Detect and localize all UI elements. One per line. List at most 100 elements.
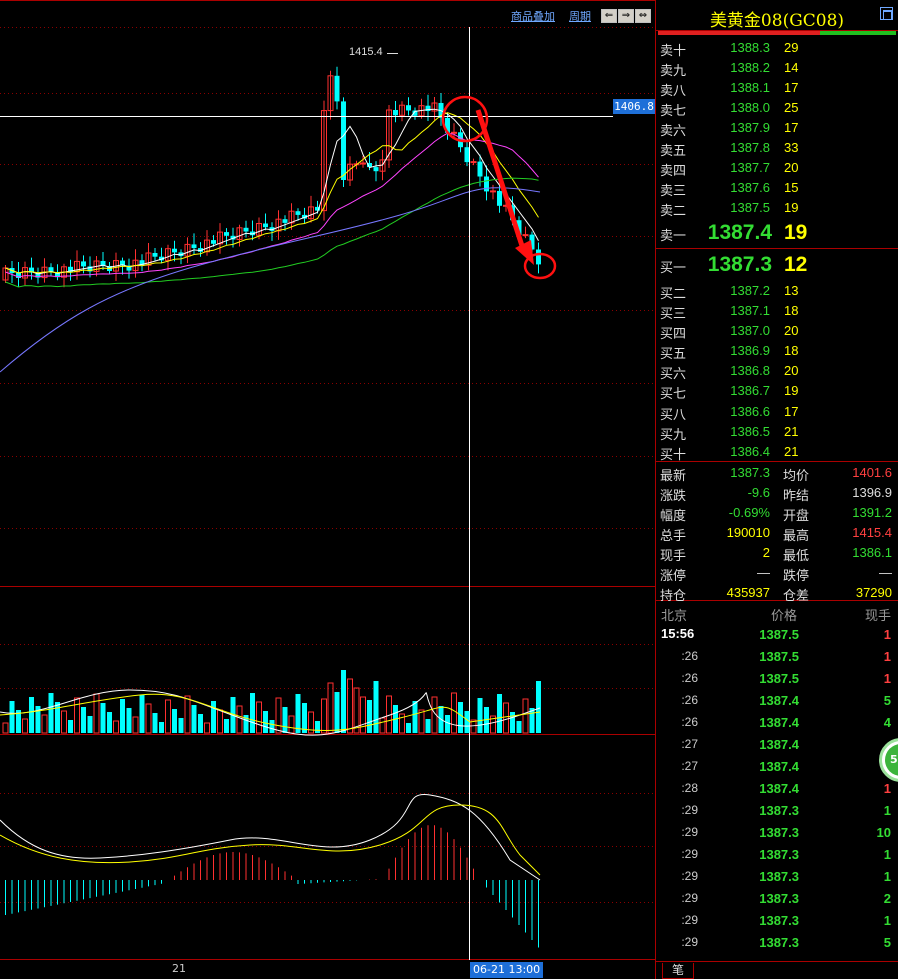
kline-chart-area[interactable]: 商品叠加 周期 ⇐ ⇒ ⇔ 1415.4 1406.8 21 06-21 13:… [0, 0, 655, 979]
candle-body-down [243, 227, 249, 232]
x-axis-date-label: 21 [172, 962, 186, 975]
bid-volume: 21 [784, 443, 799, 459]
volume-bar-down [48, 693, 54, 733]
bid1-price: 1387.3 [707, 253, 772, 276]
volume-bar-down [497, 694, 502, 733]
tick-price: 1387.4 [759, 736, 799, 752]
overlay-commodity-link[interactable]: 商品叠加 [507, 8, 559, 24]
ask-level-1: 卖一 1387.4 19 [656, 217, 898, 248]
volume-bar-up [74, 697, 80, 734]
stat-row: 涨停 — 跌停 — [656, 562, 898, 584]
bid-volume: 20 [784, 363, 799, 379]
candle-body-down [497, 190, 502, 206]
bid-price: 1386.8 [730, 363, 770, 379]
bid-price: 1387.2 [730, 283, 770, 298]
ask-price: 1388.3 [730, 40, 770, 55]
volume-bar-down [100, 703, 106, 733]
volume-bar-up [451, 692, 457, 734]
ask-volume: 33 [784, 140, 799, 155]
volume-bar-up [379, 717, 386, 734]
candle-body-down [484, 176, 489, 192]
tick-price: 1387.3 [759, 802, 799, 818]
candle-body-down [341, 101, 346, 180]
maximize-icon[interactable] [880, 7, 893, 20]
candle-body-down [224, 232, 229, 236]
tick-volume: 2 [883, 890, 891, 906]
bid-level-row: 买七 1386.7 19 [656, 380, 898, 402]
zoom-icon[interactable]: ⇔ [635, 9, 651, 23]
tick-row: :29 1387.3 1 [656, 865, 898, 887]
tick-row: :26 1387.4 4 [656, 711, 898, 733]
stat-row: 最新 1387.3 均价 1401.6 [656, 462, 898, 484]
volume-bar-down [81, 707, 86, 733]
tick-volume: 1 [883, 912, 891, 928]
stat-value: 190010 [726, 524, 770, 540]
tick-row: :28 1387.4 1 [656, 777, 898, 799]
stat-row: 持仓 435937 仓差 37290 [656, 582, 898, 604]
volume-bar-down [68, 720, 73, 733]
ask-level-row: 卖八 1388.1 17 [656, 77, 898, 99]
candle-body-down [282, 219, 288, 223]
volume-bar-down [373, 681, 379, 733]
bid-ask-ratio-bar [658, 31, 896, 35]
volume-bar-down [282, 707, 288, 733]
tab-trades[interactable]: 笔 [662, 963, 694, 979]
tick-price: 1387.3 [759, 868, 799, 884]
tick-price: 1387.5 [759, 670, 799, 686]
tick-row: :29 1387.3 1 [656, 909, 898, 931]
bid-price: 1386.5 [730, 423, 770, 439]
kline-chart-svg[interactable] [0, 0, 655, 979]
ask-book: 卖十 1388.3 29 卖九 1388.2 14 卖八 1388.1 17 卖七 1388.0 25… [656, 31, 898, 219]
volume-bar-up [165, 699, 171, 734]
tick-list[interactable]: 15:56 1387.5 1:26 1387.5 1:26 1387.5 1:26 1387.… [656, 623, 898, 953]
ticks-header: 北京 价格 现手 [656, 601, 898, 624]
ask1-volume: 19 [784, 221, 808, 244]
period-link[interactable]: 周期 [565, 8, 595, 24]
ask-price: 1387.6 [730, 180, 770, 195]
tick-volume: 4 [883, 714, 891, 730]
candle-body-up [522, 234, 529, 237]
scroll-left-icon[interactable]: ⇐ [601, 9, 617, 23]
candle-body-down [373, 167, 379, 172]
tick-row: :27 1387.4 [656, 733, 898, 755]
volume-bar-up [503, 702, 509, 734]
quote-title-bar: 美黄金08(GC08) [656, 0, 898, 35]
volume-bar-down [126, 708, 132, 733]
bid-level-row: 买十 1386.4 21 [656, 441, 898, 463]
volume-bar-down [516, 721, 522, 733]
ask-price: 1387.8 [730, 140, 770, 155]
stat-value: 1391.2 [852, 504, 892, 520]
chart-toolbar: 商品叠加 周期 ⇐ ⇒ ⇔ [507, 8, 655, 24]
candle-body-down [536, 249, 541, 265]
scroll-right-icon[interactable]: ⇒ [618, 9, 634, 23]
candle-body-down [295, 211, 301, 215]
tick-time: :26 [681, 692, 698, 707]
volume-bar-down [9, 701, 15, 733]
stat-value: 435937 [726, 584, 770, 600]
stat-value: -0.69% [728, 504, 770, 520]
tick-time: :29 [681, 868, 698, 883]
ticks-location-header: 北京 [661, 608, 688, 624]
bid-volume: 18 [784, 343, 799, 359]
bid-volume: 18 [784, 303, 799, 319]
volume-bar-up [61, 710, 67, 734]
candle-body-down [406, 105, 411, 111]
volume-bar-down [172, 709, 177, 733]
volume-bar-up [2, 722, 9, 734]
tick-price: 1387.3 [759, 846, 799, 862]
ask-price: 1387.7 [730, 160, 770, 175]
macd-dif-line [0, 793, 541, 881]
tick-time: :26 [681, 648, 698, 663]
stat-value: 1387.3 [730, 464, 770, 480]
ask-volume: 14 [784, 60, 799, 75]
tick-time: :29 [681, 824, 698, 839]
stat-value: 2 [762, 544, 770, 560]
volume-bar-down [250, 693, 255, 733]
volume-bar-down [295, 694, 301, 733]
bid-level-row: 买六 1386.8 20 [656, 360, 898, 382]
bid-price: 1386.7 [730, 383, 770, 399]
volume-bar-up [41, 714, 48, 734]
stat-value: 1401.6 [852, 464, 892, 480]
tick-price: 1387.5 [759, 626, 799, 642]
bid1-volume: 12 [784, 253, 808, 276]
